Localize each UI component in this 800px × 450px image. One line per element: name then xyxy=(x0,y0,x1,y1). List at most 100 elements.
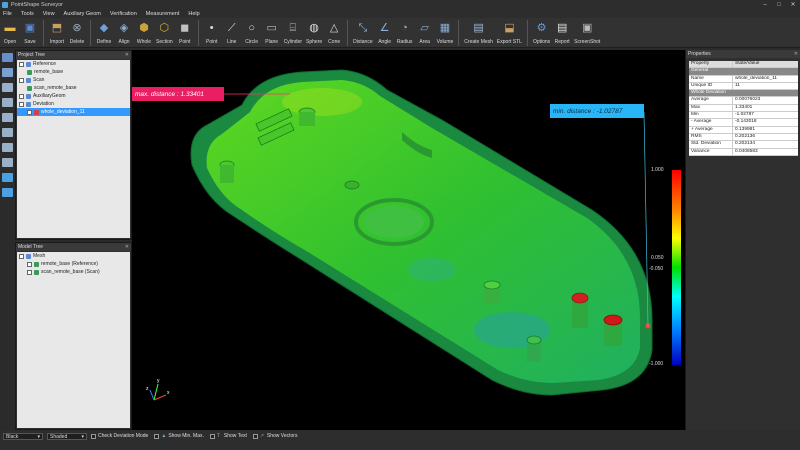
toolbar-import-button[interactable]: ⬒ Import xyxy=(49,20,65,45)
menu-help[interactable]: Help xyxy=(188,11,199,17)
view-iso-icon[interactable] xyxy=(2,173,13,182)
tree-checkbox[interactable] xyxy=(27,261,32,267)
toolbar-options-button[interactable]: ⚙ Options xyxy=(533,20,550,45)
window-title: PointShape Surveyor xyxy=(11,1,63,8)
checkbox[interactable] xyxy=(209,433,215,439)
tree-item[interactable]: whole_deviation_11 xyxy=(17,108,130,116)
toolbar-circle-button[interactable]: ○ Circle xyxy=(244,20,260,45)
view-bottom-icon[interactable] xyxy=(2,158,13,167)
toolbar-distance-button[interactable]: ⤡ Distance xyxy=(353,20,372,45)
tree-checkbox[interactable] xyxy=(27,109,32,115)
tree-item[interactable]: scan_remote_base xyxy=(17,84,130,92)
toolbar-point-button[interactable]: ◼ Point xyxy=(177,20,193,45)
toolbar-section-button[interactable]: ⬡ Section xyxy=(156,20,173,45)
view-front-icon[interactable] xyxy=(2,83,13,92)
toolbar-volume-button[interactable]: ▦ Volume xyxy=(437,20,454,45)
show-min-max-toggle[interactable]: ▲ Show Min. Max. xyxy=(154,433,204,439)
toolbar-cone-button[interactable]: △ Cone xyxy=(326,20,342,45)
property-row[interactable]: Name whole_deviation_11 xyxy=(689,75,798,83)
tree-checkbox[interactable] xyxy=(19,253,24,259)
close-icon[interactable]: ✕ xyxy=(786,0,800,9)
tree-item-label: whole_deviation_11 xyxy=(41,109,85,115)
shading-dropdown[interactable]: Shaded ▾ xyxy=(47,433,87,440)
toolbar-radius-button[interactable]: ◔ Radius xyxy=(397,20,413,45)
area-icon: ▱ xyxy=(420,21,429,34)
property-key: Max xyxy=(689,104,733,112)
toolbar-label: Circle xyxy=(245,39,259,45)
toolbar-screenshot-button[interactable]: ▣ ScreenShot xyxy=(574,20,600,45)
property-row[interactable]: Variance 0.0408583 xyxy=(689,148,798,156)
property-row[interactable]: Average 0.00076023 xyxy=(689,97,798,105)
tree-checkbox[interactable] xyxy=(19,77,24,83)
toolbar-plane-button[interactable]: ▭ Plane xyxy=(264,20,280,45)
checkbox[interactable] xyxy=(154,433,160,439)
toolbar-cylinder-button[interactable]: ⌸ Cylinder xyxy=(284,20,302,45)
property-key: Average xyxy=(689,97,733,104)
view-iso2-icon[interactable] xyxy=(2,188,13,197)
toolbar-label: Open xyxy=(3,39,17,45)
toolbar-export-stl-button[interactable]: ⬓ Export STL xyxy=(497,20,522,45)
property-row[interactable]: + Average 0.139981 xyxy=(689,126,798,134)
tree-item[interactable]: Deviation xyxy=(17,100,130,108)
toolbar-angle-button[interactable]: ∠ Angle xyxy=(377,20,393,45)
toolbar-label: Radius xyxy=(396,39,413,45)
view-right-icon[interactable] xyxy=(2,128,13,137)
tree-checkbox[interactable] xyxy=(19,61,24,67)
tree-node-icon xyxy=(26,61,31,67)
maximize-icon[interactable]: □ xyxy=(772,0,786,9)
menu-auxiliary-geom[interactable]: Auxiliary Geom xyxy=(64,11,101,17)
toolbar-point-button[interactable]: • Point xyxy=(204,20,220,45)
3d-viewport[interactable]: max. distance : 1.33401 min. distance : … xyxy=(132,50,685,430)
toolbar-define-button[interactable]: ◆ Define xyxy=(96,20,112,45)
show-vectors-toggle[interactable]: ↗ Show Vectors xyxy=(252,433,297,439)
toolbar-label: Volume xyxy=(436,39,454,45)
tree-checkbox[interactable] xyxy=(27,269,32,275)
property-row[interactable]: - Average -0.143018 xyxy=(689,119,798,127)
checkbox[interactable] xyxy=(91,433,96,439)
tree-item[interactable]: Scan xyxy=(17,76,130,84)
tree-checkbox[interactable] xyxy=(19,93,24,99)
show-text-toggle[interactable]: T Show Text xyxy=(209,432,247,439)
view-fit-icon[interactable] xyxy=(2,53,13,62)
tree-item[interactable]: remote_base xyxy=(17,68,130,76)
view-back-icon[interactable] xyxy=(2,98,13,107)
toolbar-report-button[interactable]: ▤ Report xyxy=(554,20,570,45)
toolbar-sphere-button[interactable]: ◍ Sphere xyxy=(306,20,322,45)
toolbar-create-mesh-button[interactable]: ▤ Create Mesh xyxy=(464,20,493,45)
view-top-icon[interactable] xyxy=(2,143,13,152)
toolbar-open-button[interactable]: ▬ Open xyxy=(2,20,18,45)
property-row[interactable]: Std. Deviation 0.202134 xyxy=(689,141,798,149)
property-row[interactable]: Max 1.33401 xyxy=(689,104,798,113)
text-icon: T xyxy=(216,432,220,439)
toolbar-align-button[interactable]: ◈ Align xyxy=(116,20,132,45)
toolbar-delete-button[interactable]: ⊗ Delete xyxy=(69,20,85,45)
menu-file[interactable]: File xyxy=(3,11,12,17)
menu-verification[interactable]: Verification xyxy=(110,11,137,17)
tree-node-icon xyxy=(34,109,39,115)
tree-item[interactable]: Mesh xyxy=(17,252,130,260)
panel-close-icon[interactable]: ✕ xyxy=(125,244,129,250)
toolbar-save-button[interactable]: ▣ Save xyxy=(22,20,38,45)
tree-item[interactable]: scan_remote_base (Scan) xyxy=(17,268,130,276)
tree-item[interactable]: Reference xyxy=(17,60,130,68)
point-cube-icon: ◼ xyxy=(180,21,190,34)
tree-item[interactable]: remote_base (Reference) xyxy=(17,260,130,268)
toolbar-line-button[interactable]: ⟋ Line xyxy=(224,20,240,45)
tree-item[interactable]: AuxiliaryGeom xyxy=(17,92,130,100)
checkbox[interactable] xyxy=(252,433,258,439)
menu-view[interactable]: View xyxy=(43,11,55,17)
panel-close-icon[interactable]: ✕ xyxy=(794,51,798,57)
check-deviation-mode-toggle[interactable]: Check Deviation Mode xyxy=(91,433,148,439)
menu-measurement[interactable]: Measurement xyxy=(146,11,180,17)
menu-tools[interactable]: Tools xyxy=(21,11,34,17)
panel-close-icon[interactable]: ✕ xyxy=(125,52,129,58)
view-rotate-icon[interactable] xyxy=(2,68,13,77)
tree-checkbox[interactable] xyxy=(19,101,24,107)
view-left-icon[interactable] xyxy=(2,113,13,122)
property-row[interactable]: Min -1.02787 xyxy=(689,112,798,120)
toolbar-whole-button[interactable]: ⬢ Whole xyxy=(136,20,152,45)
property-row[interactable]: RMS 0.202136 xyxy=(689,133,798,142)
toolbar-area-button[interactable]: ▱ Area xyxy=(417,20,433,45)
minimize-icon[interactable]: – xyxy=(758,0,772,9)
background-dropdown[interactable]: Black ▾ xyxy=(3,433,43,440)
